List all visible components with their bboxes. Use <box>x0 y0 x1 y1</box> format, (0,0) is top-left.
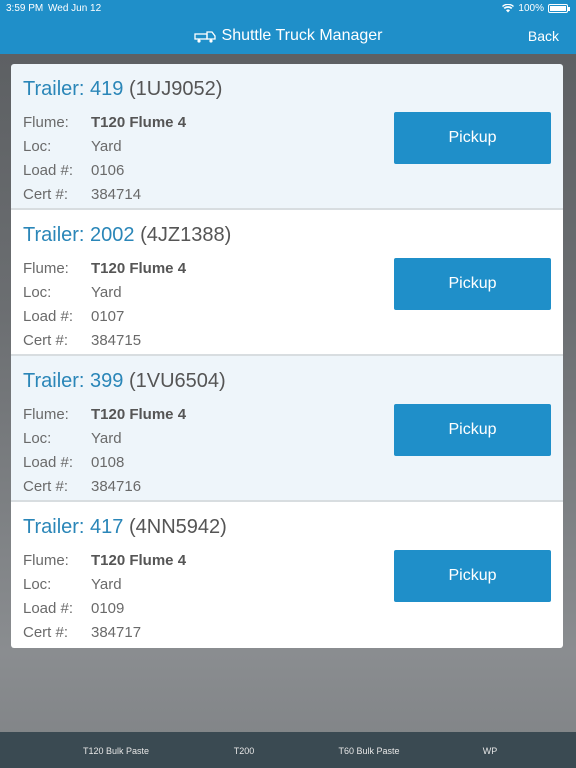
battery-percent: 100% <box>518 3 544 14</box>
cert-row: Cert #: 384715 <box>23 332 141 349</box>
status-date: Wed Jun 12 <box>48 3 102 14</box>
cert-label: Cert #: <box>23 332 69 349</box>
trailer-card: Trailer: 2002 (4JZ1388) Flume: T120 Flume … <box>11 210 563 356</box>
load-value: 0109 <box>91 600 125 617</box>
load-label: Load #: <box>23 600 74 617</box>
flume-row: Flume: T120 Flume 4 <box>23 552 186 569</box>
load-value: 0108 <box>91 454 125 471</box>
pickup-button[interactable]: Pickup <box>394 258 551 310</box>
loc-value: Yard <box>91 138 122 155</box>
flume-value: T120 Flume 4 <box>91 406 187 423</box>
flume-label: Flume: <box>23 260 69 277</box>
trailer-label: Trailer: <box>23 370 85 392</box>
flume-value: T120 Flume 4 <box>91 260 187 277</box>
loc-value: Yard <box>91 284 122 301</box>
cert-row: Cert #: 384714 <box>23 186 141 203</box>
tab-item[interactable]: WP <box>483 746 498 756</box>
trailer-number: 419 <box>90 78 124 100</box>
load-value: 0107 <box>91 308 125 325</box>
loc-label: Loc: <box>23 430 52 447</box>
cert-label: Cert #: <box>23 478 69 495</box>
trailer-label: Trailer: <box>23 224 85 246</box>
trailer-number: 399 <box>90 370 124 392</box>
cert-row: Cert #: 384716 <box>23 478 141 495</box>
trailer-plate: (4JZ1388) <box>140 224 232 246</box>
trailer-card: Trailer: 399 (1VU6504) Flume: T120 Flume 4… <box>11 356 563 502</box>
load-label: Load #: <box>23 162 74 179</box>
trailer-heading: Trailer: 417 (4NN5942) <box>23 516 227 539</box>
cert-label: Cert #: <box>23 186 69 203</box>
cert-label: Cert #: <box>23 624 69 641</box>
status-right: 100% <box>502 3 570 14</box>
trailer-heading: Trailer: 399 (1VU6504) <box>23 370 226 393</box>
loc-label: Loc: <box>23 284 52 301</box>
trailer-plate: (1UJ9052) <box>128 78 223 100</box>
trailer-label: Trailer: <box>23 78 85 100</box>
back-button[interactable]: Back <box>528 28 559 44</box>
page-title-text: Shuttle Truck Manager <box>221 27 383 44</box>
cert-value: 384715 <box>91 332 142 349</box>
flume-label: Flume: <box>23 406 69 423</box>
flume-row: Flume: T120 Flume 4 <box>23 406 186 423</box>
loc-row: Loc: Yard <box>23 576 122 593</box>
loc-label: Loc: <box>23 576 52 593</box>
trailer-label: Trailer: <box>23 516 85 538</box>
flume-label: Flume: <box>23 552 69 569</box>
load-row: Load #: 0109 <box>23 600 124 617</box>
flume-label: Flume: <box>23 114 69 131</box>
pickup-button[interactable]: Pickup <box>394 550 551 602</box>
loc-row: Loc: Yard <box>23 430 122 447</box>
load-label: Load #: <box>23 308 74 325</box>
trailer-heading: Trailer: 419 (1UJ9052) <box>23 78 222 101</box>
load-row: Load #: 0108 <box>23 454 124 471</box>
tab-item[interactable]: T60 Bulk Paste <box>338 746 399 756</box>
battery-icon <box>548 4 570 13</box>
loc-row: Loc: Yard <box>23 284 122 301</box>
loc-value: Yard <box>91 430 122 447</box>
wifi-icon <box>502 4 515 13</box>
status-time: 3:59 PM <box>6 3 44 14</box>
load-value: 0106 <box>91 162 125 179</box>
tab-item[interactable]: T200 <box>234 746 255 756</box>
trailer-card: Trailer: 417 (4NN5942) Flume: T120 Flume 4… <box>11 502 563 648</box>
load-row: Load #: 0106 <box>23 162 124 179</box>
cert-value: 384717 <box>91 624 142 641</box>
load-row: Load #: 0107 <box>23 308 124 325</box>
status-bar: 3:59 PM Wed Jun 12 100% <box>0 0 576 18</box>
trailer-plate: (4NN5942) <box>128 516 227 538</box>
cert-row: Cert #: 384717 <box>23 624 141 641</box>
flume-value: T120 Flume 4 <box>91 114 187 131</box>
truck-icon <box>193 31 216 43</box>
cert-value: 384716 <box>91 478 142 495</box>
pickup-button[interactable]: Pickup <box>394 404 551 456</box>
tab-item[interactable]: T120 Bulk Paste <box>83 746 149 756</box>
trailer-plate: (1VU6504) <box>128 370 226 392</box>
flume-row: Flume: T120 Flume 4 <box>23 260 186 277</box>
flume-value: T120 Flume 4 <box>91 552 187 569</box>
trailer-list: Trailer: 419 (1UJ9052) Flume: T120 Flume 4… <box>11 64 563 648</box>
flume-row: Flume: T120 Flume 4 <box>23 114 186 131</box>
pickup-button[interactable]: Pickup <box>394 112 551 164</box>
tab-bar: T120 Bulk Paste T200 T60 Bulk Paste WP <box>0 732 576 768</box>
loc-row: Loc: Yard <box>23 138 122 155</box>
navigation-bar: Shuttle Truck Manager Back <box>0 18 576 54</box>
page-title: Shuttle Truck Manager <box>0 27 576 45</box>
trailer-heading: Trailer: 2002 (4JZ1388) <box>23 224 231 247</box>
loc-value: Yard <box>91 576 122 593</box>
trailer-card: Trailer: 419 (1UJ9052) Flume: T120 Flume 4… <box>11 64 563 210</box>
trailer-number: 2002 <box>90 224 135 246</box>
load-label: Load #: <box>23 454 74 471</box>
trailer-number: 417 <box>90 516 124 538</box>
cert-value: 384714 <box>91 186 142 203</box>
loc-label: Loc: <box>23 138 52 155</box>
